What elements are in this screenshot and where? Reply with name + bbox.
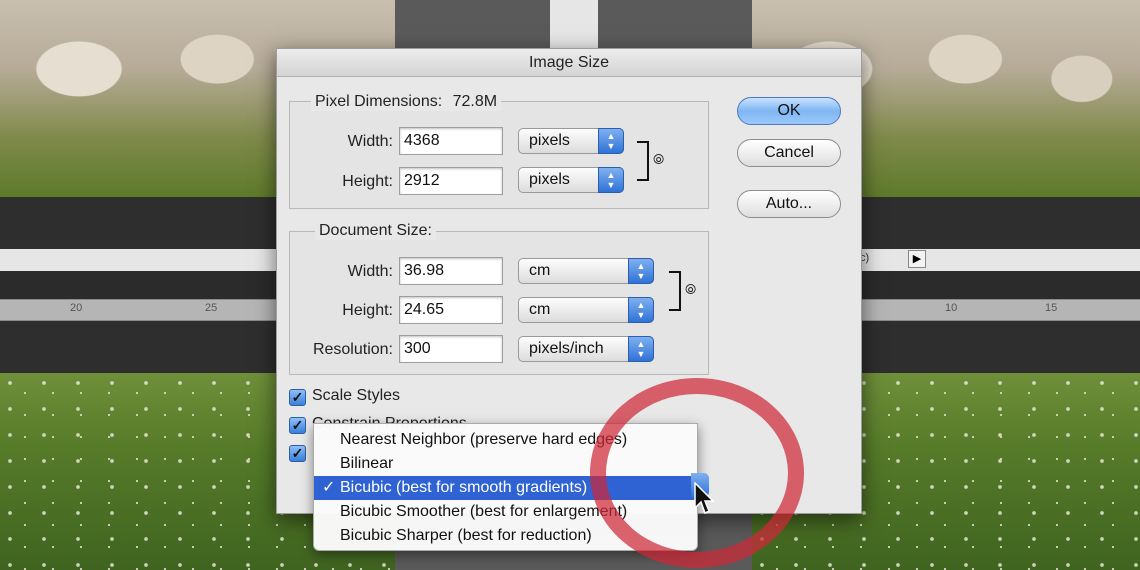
- pixel-width-unit-value: pixels: [529, 132, 570, 149]
- auto-button[interactable]: Auto...: [737, 190, 841, 218]
- ruler-label: 10: [945, 302, 958, 314]
- pixel-width-input[interactable]: 4368: [399, 127, 503, 155]
- pixel-height-input[interactable]: 2912: [399, 167, 503, 195]
- doc-height-input[interactable]: 24.65: [399, 296, 503, 324]
- cancel-button[interactable]: Cancel: [737, 139, 841, 167]
- scale-styles-label: Scale Styles: [312, 387, 401, 404]
- mouse-pointer-icon: [694, 482, 715, 515]
- dialog-title: Image Size: [277, 49, 861, 77]
- ok-button[interactable]: OK: [737, 97, 841, 125]
- popup-arrows-icon: ▲ ▼: [598, 167, 624, 193]
- resolution-input[interactable]: 300: [399, 335, 503, 363]
- popup-arrows-icon: ▲ ▼: [628, 297, 654, 323]
- checkmark-icon: ✓: [322, 479, 336, 496]
- checkmark-icon: ✓: [289, 445, 306, 462]
- checkmark-icon: ✓: [289, 417, 306, 434]
- window-divider: [550, 0, 598, 48]
- resample-image-checkbox[interactable]: ✓: [289, 443, 312, 462]
- ruler-label: 15: [1045, 302, 1058, 314]
- doc-height-label: Height:: [342, 302, 393, 319]
- pixel-link-bracket: [637, 141, 649, 181]
- chain-link-icon: ⦾: [653, 151, 665, 167]
- play-arrow-icon[interactable]: ▶: [908, 250, 926, 268]
- pixel-dimensions-size: 72.8M: [452, 93, 498, 110]
- popup-arrows-icon: ▲ ▼: [628, 336, 654, 362]
- menu-item-bicubic-label: Bicubic (best for smooth gradients): [340, 479, 588, 496]
- canvas-gap-left: [395, 0, 550, 48]
- scale-styles-checkbox[interactable]: ✓ Scale Styles: [289, 387, 400, 406]
- highlight-ring-annotation: [590, 378, 804, 568]
- pixel-width-label: Width:: [347, 133, 393, 150]
- ruler-label: 25: [205, 302, 218, 314]
- resolution-label: Resolution:: [312, 341, 393, 358]
- doc-link-bracket: [669, 271, 681, 311]
- ruler-label: 20: [70, 302, 83, 314]
- document-size-title: Document Size:: [315, 222, 436, 240]
- checkmark-icon: ✓: [289, 389, 306, 406]
- popup-arrows-icon: ▲ ▼: [598, 128, 624, 154]
- pixel-height-unit-select[interactable]: pixels ▲ ▼: [518, 167, 624, 193]
- doc-height-unit-select[interactable]: cm ▲ ▼: [518, 297, 654, 323]
- pixel-dimensions-label: Pixel Dimensions:: [315, 93, 443, 110]
- doc-width-label: Width:: [347, 263, 393, 280]
- pixel-dimensions-title: Pixel Dimensions: 72.8M: [311, 93, 502, 111]
- popup-arrows-icon: ▲ ▼: [628, 258, 654, 284]
- doc-height-unit-value: cm: [529, 301, 551, 318]
- canvas-gap-right: [598, 0, 752, 48]
- doc-width-unit-select[interactable]: cm ▲ ▼: [518, 258, 654, 284]
- pixel-height-unit-value: pixels: [529, 171, 570, 188]
- resolution-unit-value: pixels/inch: [529, 340, 604, 357]
- doc-width-unit-value: cm: [529, 262, 551, 279]
- pixel-height-label: Height:: [342, 173, 393, 190]
- doc-width-input[interactable]: 36.98: [399, 257, 503, 285]
- resolution-unit-select[interactable]: pixels/inch ▲ ▼: [518, 336, 654, 362]
- chain-link-icon: ⦾: [685, 281, 697, 297]
- pixel-width-unit-select[interactable]: pixels ▲ ▼: [518, 128, 624, 154]
